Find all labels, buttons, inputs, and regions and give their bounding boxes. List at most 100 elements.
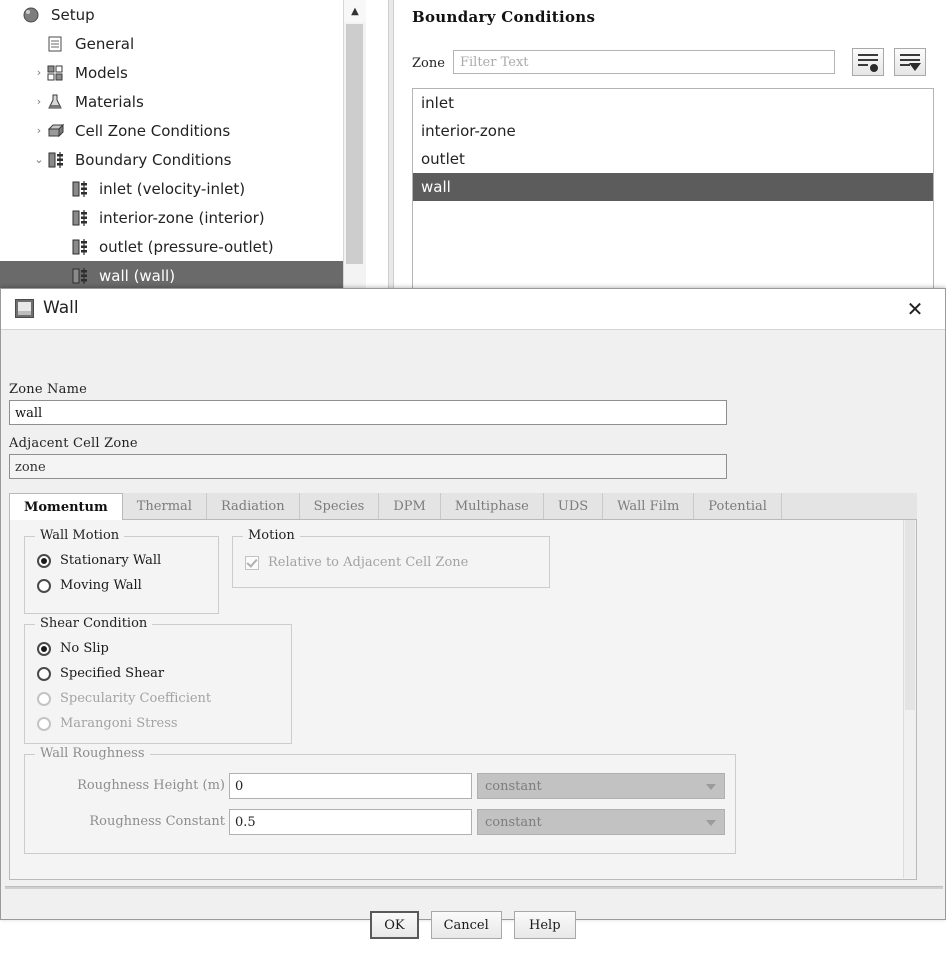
tab-content-scrollbar[interactable] [903,520,916,878]
models-icon [46,64,68,82]
tree-scrollbar[interactable]: ▲ [343,0,366,292]
tab-label: Momentum [24,499,108,515]
tree-item-cell-zone-conditions[interactable]: › Cell Zone Conditions [0,116,366,145]
tab-content-scrollbar-thumb[interactable] [905,520,915,710]
tree-item-label: Setup [51,5,95,24]
tree-item-label: Boundary Conditions [75,150,232,169]
close-icon[interactable]: ✕ [901,295,929,323]
radio-label: Moving Wall [60,578,142,593]
tab-uds[interactable]: UDS [544,493,604,519]
tree-arrow-placeholder [56,241,70,252]
wall-motion-group: Wall Motion Stationary Wall Moving Wall [24,528,219,614]
tab-wall-film[interactable]: Wall Film [603,493,695,519]
tab-radiation[interactable]: Radiation [207,493,300,519]
chevron-right-icon[interactable]: › [32,96,46,107]
momentum-tab-panel: Wall Motion Stationary Wall Moving Wall M… [9,520,917,880]
ok-button[interactable]: OK [370,911,419,939]
tab-momentum[interactable]: Momentum [9,493,123,520]
zone-list-item[interactable]: wall [413,173,933,201]
radio-no-slip[interactable]: No Slip [37,641,109,656]
tab-species[interactable]: Species [300,493,380,519]
tree-item-interior-zone-interior[interactable]: interior-zone (interior) [0,203,366,232]
zone-list-item[interactable]: inlet [413,89,933,117]
tree-item-label: Models [75,63,128,82]
zone-filter-label: Zone [412,56,445,71]
radio-marangoni-stress: Marangoni Stress [37,716,178,731]
shear-condition-group-title: Shear Condition [35,616,153,631]
tab-multiphase[interactable]: Multiphase [441,493,544,519]
scroll-up-icon[interactable]: ▲ [344,0,366,22]
tree-item-label: wall (wall) [99,266,176,285]
roughness-row-label: Roughness Constant [89,814,225,829]
zone-name-input[interactable]: wall [9,400,727,425]
tree-item-boundary-conditions[interactable]: ⌄ Boundary Conditions [0,145,366,174]
tab-label: Potential [708,498,767,514]
tree-item-label: General [75,34,135,53]
radio-specified-shear[interactable]: Specified Shear [37,666,164,681]
zone-list-item[interactable]: interior-zone [413,117,933,145]
boundary-icon [70,267,92,285]
sort-caret-icon [909,63,921,71]
boundary-conditions-panel: Boundary Conditions Zone Filter Text inl… [394,0,946,292]
tab-potential[interactable]: Potential [694,493,782,519]
dialog-titlebar: Wall ✕ [1,289,945,330]
tree-item-setup[interactable]: Setup [0,0,366,29]
boundary-icon [70,180,92,198]
zone-list[interactable]: inlet interior-zone outlet wall [412,88,934,292]
radio-label: Stationary Wall [60,553,162,568]
radio-stationary-wall[interactable]: Stationary Wall [37,553,161,568]
roughness-row-mode-label: constant [485,815,542,830]
chevron-down-icon [706,784,716,790]
dialog-title: Wall [43,298,79,318]
adjacent-cell-zone-label: Adjacent Cell Zone [9,436,138,451]
radio-button-icon [37,553,51,568]
radio-specularity-coefficient: Specularity Coefficient [37,691,211,706]
tree-item-general[interactable]: General [0,29,366,58]
tab-label: UDS [557,498,589,514]
relative-to-adjacent-cell-zone-checkbox-row[interactable]: Relative to Adjacent Cell Zone [245,555,468,570]
tab-dpm[interactable]: DPM [379,493,441,519]
roughness-row-mode-select[interactable]: constant [477,773,725,799]
tab-thermal[interactable]: Thermal [123,493,207,519]
chevron-down-icon [706,820,716,826]
setup-icon [22,6,44,24]
roughness-row-value-input[interactable]: 0.5 [229,809,472,835]
radio-moving-wall[interactable]: Moving Wall [37,578,142,593]
radio-button-icon [37,666,51,681]
wall-dialog: Wall ✕ Zone Name wall Adjacent Cell Zone… [0,288,946,939]
tab-label: DPM [393,498,426,514]
tree-item-label: interior-zone (interior) [99,208,265,227]
motion-group-title: Motion [243,528,300,543]
tab-label: Multiphase [454,498,529,514]
options-dot-icon [870,64,878,72]
roughness-row-mode-select[interactable]: constant [477,809,725,835]
zone-filter-input[interactable]: Filter Text [453,50,835,74]
tree-item-outlet-pressure-outlet[interactable]: outlet (pressure-outlet) [0,232,366,261]
cellzone-icon [46,122,68,140]
footer-separator [5,886,943,889]
tree-item-materials[interactable]: › Materials [0,87,366,116]
help-button[interactable]: Help [513,911,576,939]
tree-arrow-placeholder [56,270,70,281]
tree-item-wall-wall[interactable]: wall (wall) [0,261,366,290]
tree-arrow-placeholder [56,212,70,223]
adjacent-cell-zone-input[interactable]: zone [9,454,727,479]
boundary-icon [70,238,92,256]
roughness-row-value-input[interactable]: 0 [229,773,472,799]
zone-list-item[interactable]: outlet [413,145,933,173]
roughness-row-label: Roughness Height (m) [77,778,225,793]
tree-scrollbar-thumb[interactable] [346,24,363,264]
chevron-down-icon[interactable]: ⌄ [32,154,46,165]
tree-item-models[interactable]: › Models [0,58,366,87]
zone-name-label: Zone Name [9,382,88,397]
tree-item-inlet-velocity-inlet[interactable]: inlet (velocity-inlet) [0,174,366,203]
radio-button-icon [37,716,51,731]
cancel-button[interactable]: Cancel [430,911,502,939]
list-sort-button[interactable] [894,48,926,76]
list-options-button[interactable] [852,48,884,76]
tab-label: Radiation [220,498,285,514]
chevron-right-icon[interactable]: › [32,67,46,78]
tab-label: Thermal [136,498,192,514]
chevron-right-icon[interactable]: › [32,125,46,136]
tab-label: Species [313,498,365,514]
